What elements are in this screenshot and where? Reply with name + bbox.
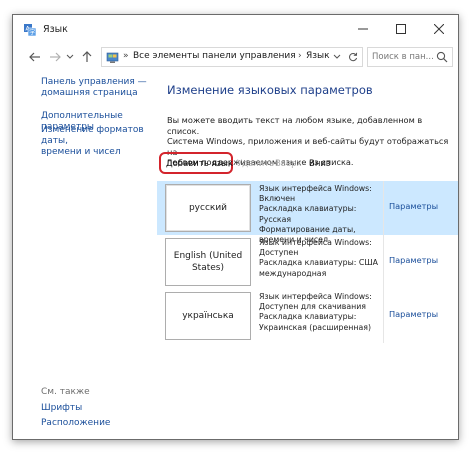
info-line: Раскладка клавиатуры: <box>259 312 357 322</box>
fonts-link[interactable]: Шрифты <box>41 403 82 414</box>
breadcrumb-arrow: › <box>298 51 302 61</box>
window-title: Язык <box>43 24 68 35</box>
search-icon <box>436 51 448 63</box>
info-line: Включен <box>259 194 296 204</box>
language-options-link[interactable]: Параметры <box>389 309 438 319</box>
language-options-link[interactable]: Параметры <box>389 201 438 211</box>
control-panel-home-link[interactable]: Панель управления — домашняя страница <box>41 77 147 99</box>
refresh-button[interactable] <box>346 50 360 64</box>
move-up-button[interactable]: Вверх <box>275 159 302 169</box>
info-line: международная <box>259 268 327 278</box>
language-row-ukrainian[interactable]: українська Язык интерфейса Windows: Дост… <box>157 289 458 343</box>
back-button[interactable] <box>27 48 43 66</box>
chevron-down-icon <box>66 54 74 59</box>
info-line: Украинская (расширенная) <box>259 322 372 332</box>
minimize-button[interactable] <box>344 15 382 43</box>
refresh-icon <box>349 52 358 62</box>
language-toolbar: Добавить язык Удалить Вверх Вниз <box>159 152 451 177</box>
forward-button[interactable] <box>47 48 63 66</box>
maximize-button[interactable] <box>382 15 420 43</box>
language-name: русский <box>188 203 228 213</box>
arrow-right-icon <box>50 52 61 62</box>
date-format-link[interactable]: Изменение форматов даты, времени и чисел <box>41 125 157 158</box>
language-info: Язык интерфейса Windows: Доступен Раскла… <box>259 238 383 279</box>
info-line: Раскладка клавиатуры: США <box>259 258 378 268</box>
info-line: Доступен <box>259 248 299 258</box>
date-link-line2: времени и чисел <box>41 147 121 157</box>
language-name: українська <box>182 311 234 321</box>
home-link-line1: Панель управления — <box>41 77 147 87</box>
breadcrumb-all-items[interactable]: Все элементы панели управления <box>133 51 296 61</box>
language-info: Язык интерфейса Windows: Доступен для ск… <box>259 292 383 333</box>
row-divider <box>383 235 384 289</box>
row-divider <box>383 181 384 235</box>
info-line: Форматирование даты, <box>259 224 356 234</box>
left-pane: Панель управления — домашняя страница До… <box>13 71 157 439</box>
language-name-line2: States) <box>191 263 224 273</box>
page-title: Изменение языковых параметров <box>167 83 373 97</box>
add-language-button[interactable]: Добавить язык <box>166 159 233 169</box>
info-line: Доступен для скачивания <box>259 302 366 312</box>
see-also-heading: См. также <box>41 387 90 397</box>
maximize-icon <box>396 24 406 34</box>
info-line: Язык интерфейса Windows: <box>259 238 372 247</box>
arrow-left-icon <box>29 52 40 62</box>
address-dropdown-button[interactable] <box>330 50 344 64</box>
home-link-line2: домашняя страница <box>41 88 138 98</box>
main-content: Изменение языковых параметров Вы можете … <box>157 71 458 439</box>
minimize-icon <box>358 28 368 30</box>
close-button[interactable] <box>420 15 458 43</box>
arrow-up-icon <box>82 51 92 62</box>
info-line: Язык интерфейса Windows: <box>259 292 372 301</box>
date-link-line1: Изменение форматов даты, <box>41 125 144 146</box>
language-row-russian[interactable]: русский Язык интерфейса Windows: Включен… <box>157 181 458 244</box>
info-line: Раскладка клавиатуры: Русская <box>259 204 357 224</box>
recent-locations-button[interactable] <box>65 48 75 66</box>
language-tile[interactable]: русский <box>165 184 251 232</box>
delete-language-button[interactable]: Удалить <box>237 159 274 169</box>
svg-text:字: 字 <box>29 29 35 37</box>
language-window: A 字 Язык » Все элементы панели управлени… <box>12 14 459 440</box>
chevron-down-icon <box>333 54 341 59</box>
language-row-english[interactable]: English (United States) Язык интерфейса … <box>157 235 458 289</box>
language-tile[interactable]: English (United States) <box>165 238 251 286</box>
title-bar: A 字 Язык <box>13 15 458 45</box>
language-tile[interactable]: українська <box>165 292 251 340</box>
control-panel-icon <box>106 52 119 63</box>
description-line1: Вы можете вводить текст на любом языке, … <box>167 115 423 136</box>
row-divider <box>383 289 384 343</box>
info-line: Язык интерфейса Windows: <box>259 184 372 193</box>
close-icon <box>434 24 444 34</box>
move-down-button[interactable]: Вниз <box>309 159 330 169</box>
language-icon: A 字 <box>24 24 37 37</box>
breadcrumb-separator: » <box>123 51 129 61</box>
location-link[interactable]: Расположение <box>41 418 110 429</box>
language-name: English (United <box>173 251 243 261</box>
address-field[interactable]: » Все элементы панели управления › Язык <box>101 47 363 67</box>
breadcrumb-language[interactable]: Язык <box>306 51 330 61</box>
address-bar: » Все элементы панели управления › Язык <box>13 45 458 69</box>
search-input[interactable] <box>372 50 438 64</box>
language-options-link[interactable]: Параметры <box>389 255 438 265</box>
up-button[interactable] <box>79 48 95 66</box>
search-box[interactable] <box>367 47 453 67</box>
